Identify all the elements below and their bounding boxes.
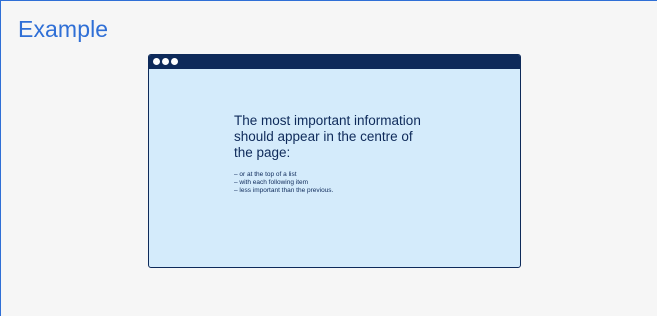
card-title: Example <box>18 16 109 42</box>
example-card: Example The most important information s… <box>0 0 657 316</box>
window-content: The most important information should ap… <box>234 113 504 195</box>
list-item: – or at the top of a list <box>234 171 297 178</box>
content-heading: The most important information should ap… <box>234 113 421 160</box>
window-dot-icon <box>171 58 178 65</box>
browser-window: The most important information should ap… <box>148 54 521 268</box>
bullet-list: – or at the top of a list – with each fo… <box>234 171 504 195</box>
window-titlebar <box>149 55 520 69</box>
window-dot-icon <box>153 58 160 65</box>
window-dot-icon <box>162 58 169 65</box>
list-item: – less important than the previous. <box>234 187 334 194</box>
list-item: – with each following item <box>234 179 309 186</box>
